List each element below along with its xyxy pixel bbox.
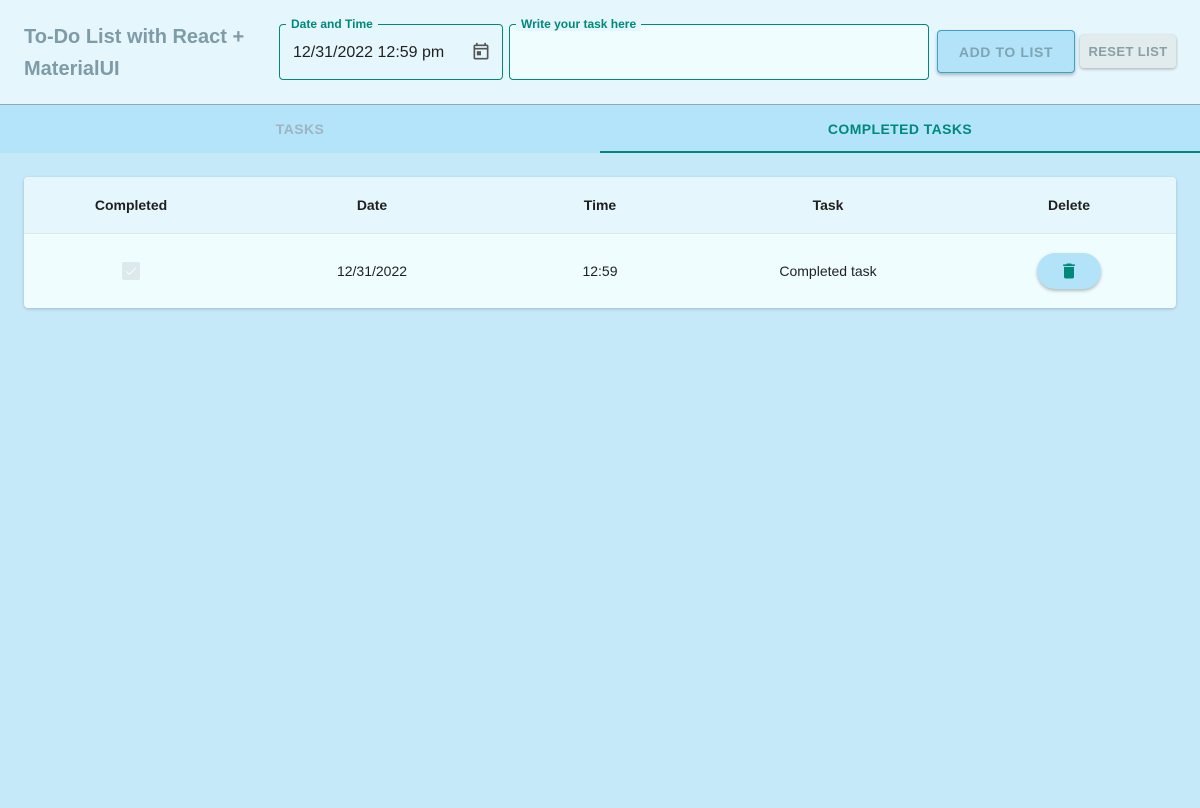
column-header-time: Time xyxy=(583,197,617,213)
tab-tasks[interactable]: TASKS xyxy=(0,105,600,153)
date-time-field[interactable]: Date and Time 12/31/2022 12:59 pm xyxy=(279,17,503,80)
column-header-delete: Delete xyxy=(1047,197,1091,213)
tab-completed-tasks[interactable]: COMPLETED TASKS xyxy=(600,105,1200,153)
table-row: 12/31/2022 12:59 Completed task xyxy=(24,234,1176,308)
date-time-value: 12/31/2022 12:59 pm xyxy=(293,44,445,61)
task-input[interactable] xyxy=(510,25,928,79)
completed-checkbox[interactable] xyxy=(122,262,140,280)
completed-cell xyxy=(24,234,238,308)
delete-cell xyxy=(962,234,1176,308)
check-icon xyxy=(125,267,137,276)
column-header-completed: Completed xyxy=(94,197,168,213)
table-header: Completed Date Time Task Delete xyxy=(24,177,1176,234)
task-field[interactable]: Write your task here xyxy=(509,17,929,80)
app-title: To-Do List with React + MaterialUI xyxy=(24,26,245,80)
app-bar: To-Do List with React + MaterialUI Date … xyxy=(0,0,1200,105)
tab-indicator xyxy=(600,151,1200,153)
column-header-task: Task xyxy=(812,197,844,213)
column-header-date: Date xyxy=(356,197,388,213)
add-to-list-button[interactable]: ADD TO LIST xyxy=(937,30,1075,73)
task-cell: Completed task xyxy=(779,263,877,279)
calendar-icon[interactable] xyxy=(471,42,491,62)
completed-tasks-table: Completed Date Time Task Delete 12/31/20… xyxy=(24,177,1176,308)
trash-icon xyxy=(1063,263,1075,279)
date-cell: 12/31/2022 xyxy=(336,263,408,279)
tab-bar: TASKS COMPLETED TASKS xyxy=(0,105,1200,153)
delete-button[interactable] xyxy=(1037,253,1101,289)
date-time-label: Date and Time xyxy=(286,17,378,31)
time-cell: 12:59 xyxy=(582,263,618,279)
reset-list-button[interactable]: RESET LIST xyxy=(1080,35,1176,68)
